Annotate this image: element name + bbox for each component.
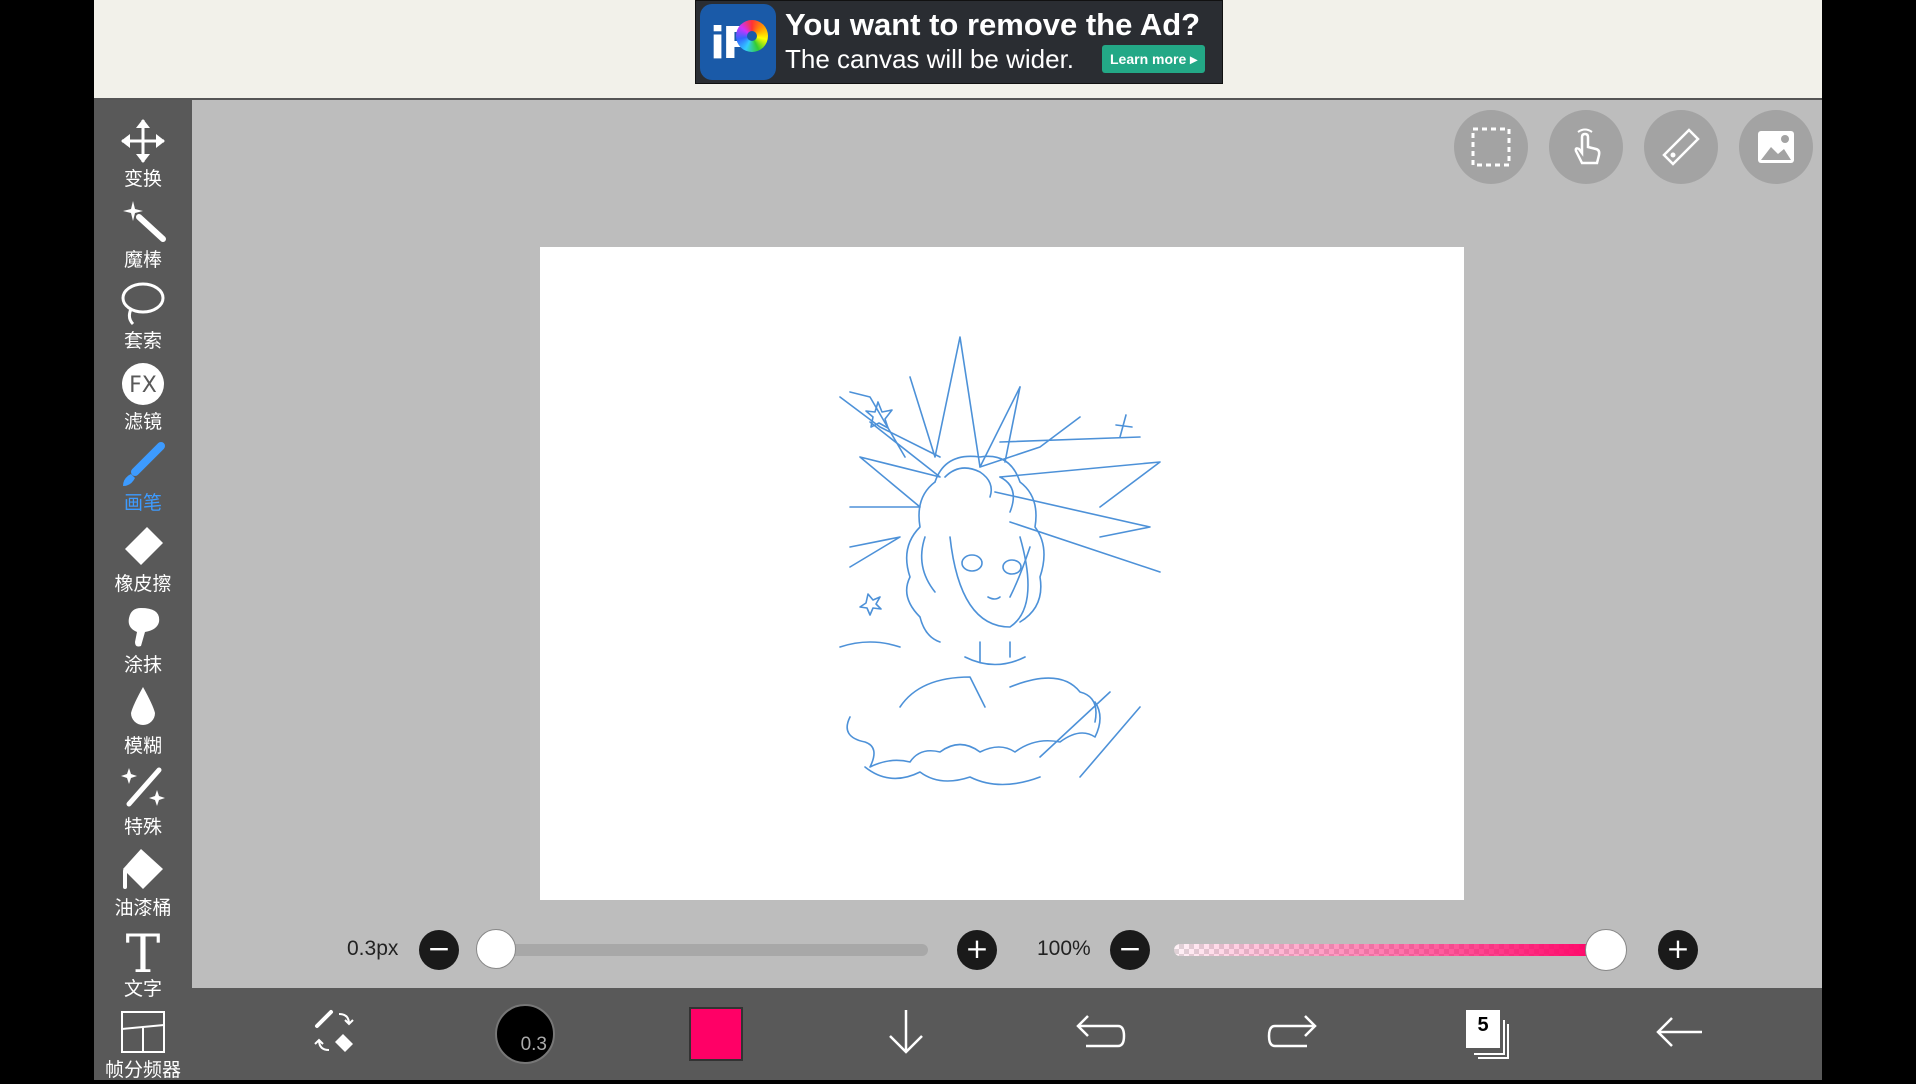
tool-blur[interactable]: 模糊 (94, 679, 192, 760)
layer-count: 5 (1477, 1014, 1489, 1036)
paint-bucket-icon (123, 849, 163, 889)
frame-divider-icon (121, 1011, 165, 1053)
tool-transform[interactable]: 变换 (94, 112, 192, 193)
tool-label: 套索 (123, 330, 162, 352)
opacity-slider-handle[interactable] (1585, 929, 1627, 971)
tool-label: 橡皮擦 (114, 573, 172, 595)
brush-preview-value: 0.3 (520, 1034, 547, 1055)
tool-label: 模糊 (123, 735, 162, 757)
selection-button[interactable] (1454, 110, 1528, 184)
ad-subtitle: The canvas will be wider. (785, 44, 1075, 74)
ibispaint-logo-icon: iP (700, 4, 776, 80)
back-arrow-icon[interactable] (1652, 1004, 1708, 1060)
tool-sidebar: 变换 魔棒 套索 FX 滤镜 画笔 橡皮擦 涂抹 模糊 特殊 油漆桶 T 文字 … (94, 100, 192, 1081)
tool-frame-divider[interactable]: 帧分频器 (94, 1003, 192, 1084)
reference-image-button[interactable] (1739, 110, 1813, 184)
svg-text:FX: FX (129, 373, 157, 398)
tool-label: 帧分频器 (104, 1059, 181, 1081)
color-picker-button[interactable] (689, 1007, 743, 1061)
tool-text[interactable]: T 文字 (94, 922, 192, 1003)
brush-size-value: 0.3px (347, 937, 399, 960)
tool-label: 油漆桶 (114, 897, 172, 919)
tool-special[interactable]: 特殊 (94, 760, 192, 841)
eraser-icon (125, 527, 163, 565)
ruler-icon (1662, 128, 1700, 166)
image-icon (1758, 131, 1794, 163)
tool-magic-wand[interactable]: 魔棒 (94, 193, 192, 274)
ad-title: You want to remove the Ad? (785, 7, 1201, 42)
smudge-icon (128, 608, 160, 647)
special-sparkle-icon (121, 767, 165, 807)
tool-label: 变换 (123, 168, 162, 190)
hand-tool-button[interactable] (1549, 110, 1623, 184)
brush-size-slider[interactable] (496, 944, 928, 956)
tool-fill[interactable]: 油漆桶 (94, 841, 192, 922)
opacity-value: 100% (1037, 937, 1091, 960)
ad-banner-strip: iP You want to remove the Ad? The canvas… (94, 0, 1822, 100)
brush-icon (123, 442, 165, 486)
bottom-toolbar: 0.3 5 (192, 988, 1822, 1080)
tool-eraser[interactable]: 橡皮擦 (94, 517, 192, 598)
sketch-drawing (839, 336, 1161, 786)
tool-label: 特殊 (123, 816, 162, 838)
color-wheel-icon (736, 20, 768, 52)
blur-drop-icon (131, 687, 155, 725)
hand-pointer-icon (1574, 128, 1601, 165)
opacity-slider[interactable] (1174, 944, 1606, 956)
text-icon: T (126, 928, 161, 974)
move-arrows-icon (121, 119, 165, 163)
undo-icon[interactable] (1072, 1004, 1128, 1060)
magic-wand-icon (123, 201, 166, 242)
selection-icon (1471, 127, 1511, 167)
tool-label: 涂抹 (123, 654, 162, 676)
opacity-decrease-button[interactable]: − (1110, 930, 1150, 970)
tool-smudge[interactable]: 涂抹 (94, 598, 192, 679)
redo-icon[interactable] (1265, 1004, 1321, 1060)
tool-label: 文字 (123, 978, 162, 1000)
learn-more-button[interactable]: Learn more ▸ (1102, 45, 1206, 73)
tool-label: 画笔 (123, 492, 162, 514)
brush-preview-button[interactable]: 0.3 (495, 1004, 555, 1064)
layers-button[interactable]: 5 (1458, 1004, 1514, 1060)
brush-eraser-swap-icon[interactable] (307, 1004, 363, 1060)
size-decrease-button[interactable]: − (419, 930, 459, 970)
fx-filter-icon: FX (122, 363, 164, 405)
tool-label: 滤镜 (123, 411, 162, 433)
tool-lasso[interactable]: 套索 (94, 274, 192, 355)
tool-brush[interactable]: 画笔 (94, 436, 192, 517)
ruler-button[interactable] (1644, 110, 1718, 184)
drawing-canvas[interactable] (540, 247, 1464, 900)
tool-label: 魔棒 (123, 249, 162, 271)
lasso-icon (121, 282, 165, 326)
size-increase-button[interactable]: + (957, 930, 997, 970)
tool-filter[interactable]: FX 滤镜 (94, 355, 192, 436)
canvas-area[interactable]: 0.3px − + 100% − + (192, 100, 1822, 988)
ad-banner[interactable]: iP You want to remove the Ad? The canvas… (695, 0, 1223, 84)
opacity-increase-button[interactable]: + (1658, 930, 1698, 970)
brush-size-slider-handle[interactable] (476, 929, 516, 969)
svg-text:T: T (126, 928, 161, 974)
download-arrow-icon[interactable] (878, 1004, 934, 1060)
